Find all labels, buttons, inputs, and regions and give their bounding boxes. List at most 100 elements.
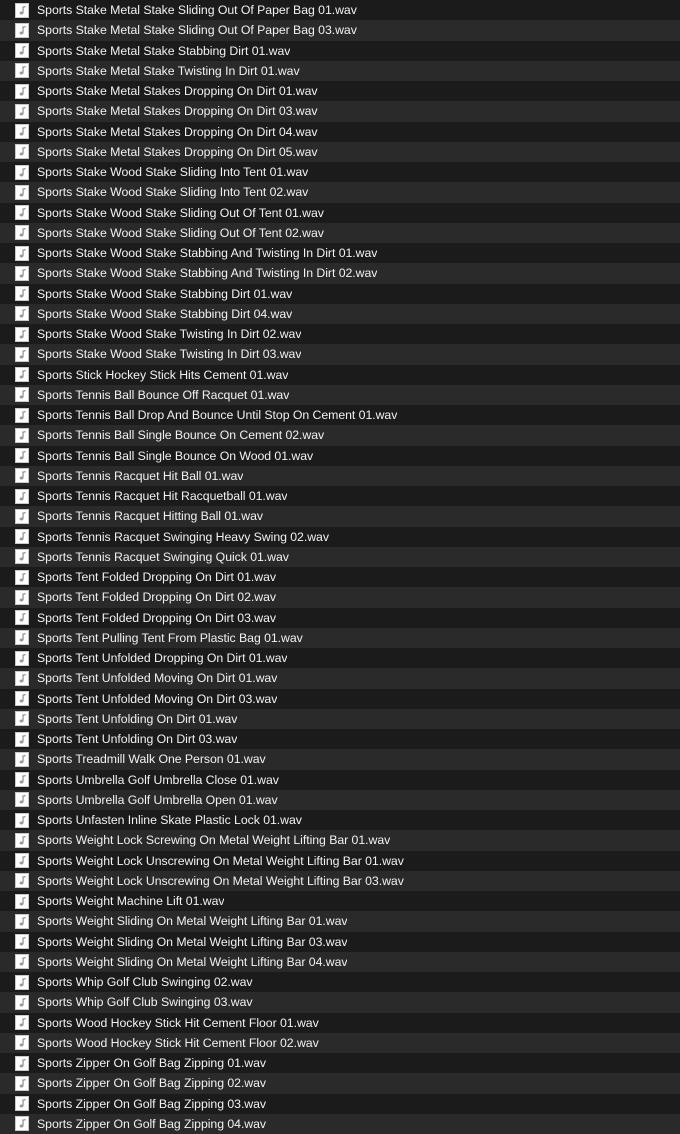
file-name-label: Sports Stake Wood Stake Stabbing And Twi… [37,266,378,281]
file-name-label: Sports Tennis Ball Single Bounce On Ceme… [37,428,325,443]
file-list-row[interactable]: Sports Tennis Ball Drop And Bounce Until… [0,405,680,426]
file-name-label: Sports Stake Wood Stake Sliding Out Of T… [37,205,324,220]
file-list-row[interactable]: Sports Treadmill Walk One Person 01.wav [0,749,680,770]
file-list-row[interactable]: Sports Stake Wood Stake Twisting In Dirt… [0,344,680,365]
file-list-row[interactable]: Sports Stake Wood Stake Stabbing Dirt 01… [0,283,680,304]
audio-file-icon [15,1075,29,1091]
file-list-row[interactable]: Sports Stake Metal Stake Twisting In Dir… [0,60,680,81]
audio-file-icon [15,367,29,383]
file-name-label: Sports Zipper On Golf Bag Zipping 02.wav [37,1076,267,1091]
file-name-label: Sports Tent Pulling Tent From Plastic Ba… [37,630,303,645]
file-list-row[interactable]: Sports Stake Wood Stake Sliding Into Ten… [0,182,680,203]
audio-file-icon [15,448,29,464]
file-list-row[interactable]: Sports Tent Unfolding On Dirt 01.wav [0,708,680,729]
file-name-label: Sports Stake Metal Stake Twisting In Dir… [37,63,300,78]
audio-file-icon [15,103,29,119]
file-list-row[interactable]: Sports Stake Metal Stakes Dropping On Di… [0,121,680,142]
file-list-row[interactable]: Sports Tennis Ball Bounce Off Racquet 01… [0,384,680,405]
file-list-row[interactable]: Sports Stake Wood Stake Stabbing And Twi… [0,263,680,284]
file-list-row[interactable]: Sports Tent Folded Dropping On Dirt 02.w… [0,587,680,608]
audio-file-icon [15,1096,29,1112]
file-list-row[interactable]: Sports Zipper On Golf Bag Zipping 01.wav [0,1053,680,1074]
file-list-row[interactable]: Sports Stake Metal Stakes Dropping On Di… [0,101,680,122]
file-list-row[interactable]: Sports Unfasten Inline Skate Plastic Loc… [0,810,680,831]
file-list-row[interactable]: Sports Stake Metal Stakes Dropping On Di… [0,141,680,162]
audio-file-icon [15,772,29,788]
file-list-row[interactable]: Sports Tent Unfolded Moving On Dirt 03.w… [0,688,680,709]
file-list-row[interactable]: Sports Zipper On Golf Bag Zipping 04.wav [0,1113,680,1134]
audio-file-icon [15,346,29,362]
audio-file-icon [15,893,29,909]
file-name-label: Sports Weight Lock Unscrewing On Metal W… [37,853,404,868]
file-list-row[interactable]: Sports Whip Golf Club Swinging 02.wav [0,972,680,993]
file-list-row[interactable]: Sports Whip Golf Club Swinging 03.wav [0,992,680,1013]
file-name-label: Sports Stake Metal Stakes Dropping On Di… [37,104,318,119]
audio-file-icon [15,610,29,626]
file-list-row[interactable]: Sports Tennis Racquet Hit Ball 01.wav [0,465,680,486]
file-list-row[interactable]: Sports Tent Unfolded Moving On Dirt 01.w… [0,668,680,689]
file-list-row[interactable]: Sports Stake Metal Stake Stabbing Dirt 0… [0,40,680,61]
file-list-row[interactable]: Sports Stake Metal Stake Sliding Out Of … [0,20,680,41]
file-name-label: Sports Stake Metal Stake Sliding Out Of … [37,3,357,18]
file-list-row[interactable]: Sports Zipper On Golf Bag Zipping 02.wav [0,1073,680,1094]
file-list-row[interactable]: Sports Tennis Racquet Swinging Quick 01.… [0,546,680,567]
file-list[interactable]: Sports Stake Metal Stake Sliding Out Of … [0,0,680,1134]
file-list-row[interactable]: Sports Stake Wood Stake Sliding Out Of T… [0,222,680,243]
file-list-row[interactable]: Sports Tent Unfolded Dropping On Dirt 01… [0,648,680,669]
file-list-row[interactable]: Sports Zipper On Golf Bag Zipping 03.wav [0,1093,680,1114]
audio-file-icon [15,22,29,38]
file-list-row[interactable]: Sports Wood Hockey Stick Hit Cement Floo… [0,1032,680,1053]
file-list-row[interactable]: Sports Tennis Ball Single Bounce On Wood… [0,445,680,466]
audio-file-icon [15,873,29,889]
file-list-row[interactable]: Sports Stake Wood Stake Twisting In Dirt… [0,324,680,345]
file-name-label: Sports Stake Wood Stake Sliding Out Of T… [37,225,324,240]
file-name-label: Sports Weight Sliding On Metal Weight Li… [37,954,348,969]
audio-file-icon [15,407,29,423]
file-list-row[interactable]: Sports Stake Wood Stake Sliding Out Of T… [0,202,680,223]
file-list-row[interactable]: Sports Weight Lock Unscrewing On Metal W… [0,870,680,891]
file-name-label: Sports Stick Hockey Stick Hits Cement 01… [37,367,289,382]
audio-file-icon [15,934,29,950]
file-name-label: Sports Tent Unfolded Moving On Dirt 03.w… [37,691,278,706]
file-list-row[interactable]: Sports Weight Machine Lift 01.wav [0,891,680,912]
file-list-row[interactable]: Sports Weight Lock Screwing On Metal Wei… [0,830,680,851]
file-list-row[interactable]: Sports Stake Metal Stakes Dropping On Di… [0,81,680,102]
file-name-label: Sports Tennis Ball Bounce Off Racquet 01… [37,387,290,402]
audio-file-icon [15,812,29,828]
file-name-label: Sports Stake Metal Stakes Dropping On Di… [37,84,318,99]
file-list-row[interactable]: Sports Tennis Racquet Hitting Ball 01.wa… [0,506,680,527]
file-list-row[interactable]: Sports Tennis Racquet Hit Racquetball 01… [0,486,680,507]
file-list-row[interactable]: Sports Stake Wood Stake Stabbing And Twi… [0,243,680,264]
audio-file-icon [15,427,29,443]
file-list-row[interactable]: Sports Weight Lock Unscrewing On Metal W… [0,850,680,871]
file-list-row[interactable]: Sports Tennis Ball Single Bounce On Ceme… [0,425,680,446]
file-name-label: Sports Tent Unfolded Dropping On Dirt 01… [37,651,288,666]
audio-file-icon [15,245,29,261]
audio-file-icon [15,83,29,99]
file-name-label: Sports Stake Metal Stakes Dropping On Di… [37,124,318,139]
file-list-row[interactable]: Sports Tent Folded Dropping On Dirt 03.w… [0,607,680,628]
file-list-row[interactable]: Sports Tent Pulling Tent From Plastic Ba… [0,627,680,648]
file-list-row[interactable]: Sports Stake Wood Stake Stabbing Dirt 04… [0,303,680,324]
file-list-row[interactable]: Sports Tennis Racquet Swinging Heavy Swi… [0,526,680,547]
file-list-row[interactable]: Sports Tent Unfolding On Dirt 03.wav [0,729,680,750]
audio-file-icon [15,306,29,322]
file-list-row[interactable]: Sports Wood Hockey Stick Hit Cement Floo… [0,1012,680,1033]
file-list-row[interactable]: Sports Stake Metal Stake Sliding Out Of … [0,0,680,21]
file-list-row[interactable]: Sports Stick Hockey Stick Hits Cement 01… [0,364,680,385]
file-list-row[interactable]: Sports Weight Sliding On Metal Weight Li… [0,931,680,952]
file-name-label: Sports Weight Lock Screwing On Metal Wei… [37,833,391,848]
audio-file-icon [15,974,29,990]
file-list-row[interactable]: Sports Umbrella Golf Umbrella Open 01.wa… [0,789,680,810]
file-name-label: Sports Weight Sliding On Metal Weight Li… [37,914,348,929]
file-name-label: Sports Whip Golf Club Swinging 02.wav [37,975,253,990]
file-list-row[interactable]: Sports Stake Wood Stake Sliding Into Ten… [0,162,680,183]
file-name-label: Sports Tennis Ball Single Bounce On Wood… [37,448,314,463]
file-name-label: Sports Tennis Racquet Hit Ball 01.wav [37,468,244,483]
file-name-label: Sports Umbrella Golf Umbrella Open 01.wa… [37,792,278,807]
audio-file-icon [15,124,29,140]
file-list-row[interactable]: Sports Weight Sliding On Metal Weight Li… [0,911,680,932]
file-list-row[interactable]: Sports Weight Sliding On Metal Weight Li… [0,951,680,972]
file-list-row[interactable]: Sports Tent Folded Dropping On Dirt 01.w… [0,567,680,588]
file-list-row[interactable]: Sports Umbrella Golf Umbrella Close 01.w… [0,769,680,790]
